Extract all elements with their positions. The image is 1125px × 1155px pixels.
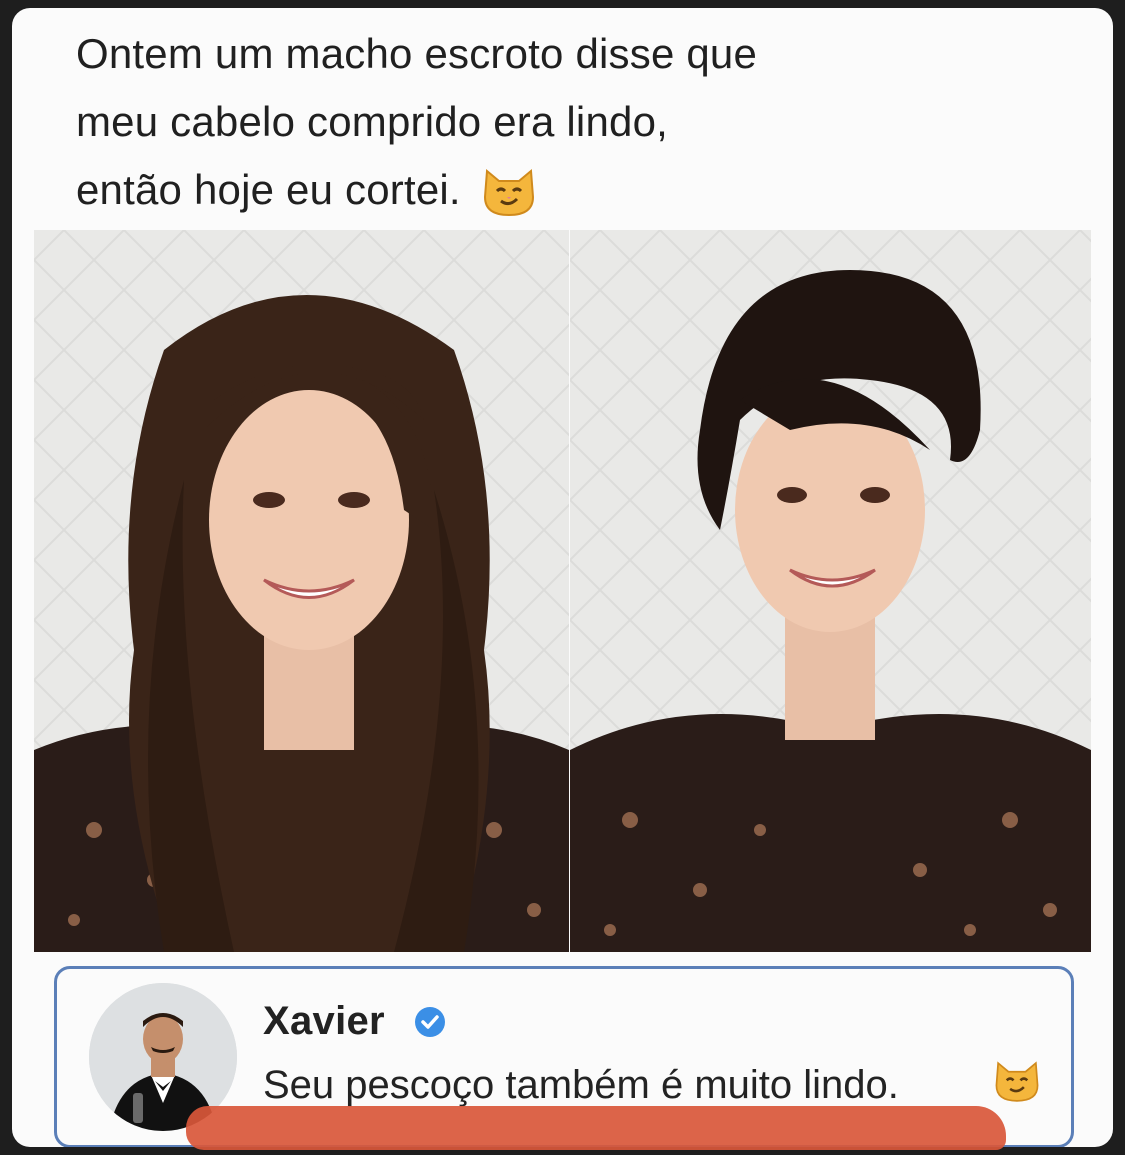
smirking-cat-icon [995, 1061, 1039, 1102]
post-text-line-1: Ontem um macho escroto disse que [76, 30, 758, 77]
after-photo [570, 230, 1091, 952]
red-highlight-mark [186, 1106, 1006, 1150]
post-text-line-3-wrap: então hoje eu cortei. [76, 156, 1056, 224]
before-photo [34, 230, 569, 952]
comment-text: Seu pescoço também é muito lindo. [263, 1063, 899, 1107]
post-text: Ontem um macho escroto disse que meu cab… [76, 20, 1056, 224]
post-card: Ontem um macho escroto disse que meu cab… [12, 8, 1113, 1147]
post-text-line-2: meu cabelo comprido era lindo, [76, 98, 668, 145]
commenter-name[interactable]: Xavier [263, 999, 385, 1044]
smirking-cat-icon [483, 168, 534, 216]
post-text-line-3: então hoje eu cortei. [76, 166, 461, 213]
verified-badge-icon [415, 1007, 445, 1037]
